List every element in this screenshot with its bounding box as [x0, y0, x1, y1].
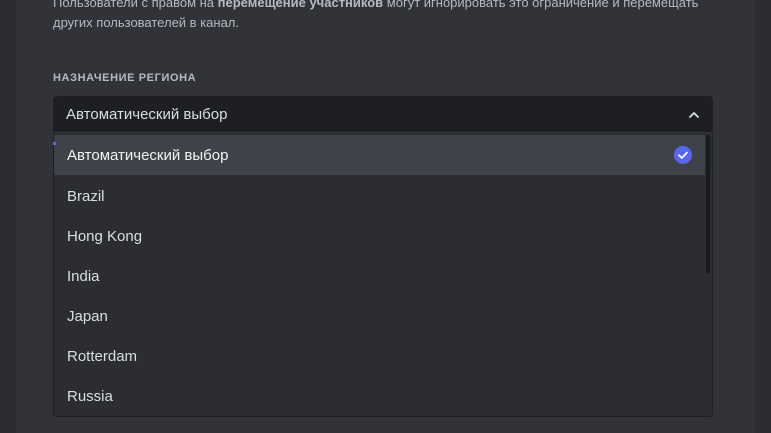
region-option-label: Russia [67, 387, 113, 405]
chevron-up-icon[interactable] [687, 108, 701, 122]
region-option-label: Rotterdam [67, 347, 138, 365]
region-select-value: Автоматический выбор [66, 105, 228, 123]
help-text-part1: Пользователи с правом на [53, 0, 218, 10]
region-select[interactable]: Автоматический выбор [53, 96, 713, 132]
focus-accent-marker [53, 142, 56, 145]
check-circle-icon [674, 146, 692, 164]
help-text-bold: перемещение участников [217, 0, 384, 10]
region-option-japan[interactable]: Japan [54, 296, 705, 336]
right-panel-edge [755, 0, 771, 433]
move-members-help-text: Пользователи с правом на перемещение уча… [53, 0, 733, 33]
region-option-brazil[interactable]: Brazil [54, 176, 705, 216]
region-option-label: Japan [67, 307, 108, 325]
region-option-russia[interactable]: Russia [54, 376, 705, 416]
region-option-india[interactable]: India [54, 256, 705, 296]
left-panel-edge [0, 0, 16, 433]
region-option-label: Автоматический выбор [67, 146, 229, 164]
region-option-rotterdam[interactable]: Rotterdam [54, 336, 705, 376]
region-dropdown-list: Автоматический выбор Brazil Hong Kong In… [53, 133, 713, 417]
region-override-title: Назначение региона [53, 72, 197, 84]
region-option-label: India [67, 267, 100, 285]
region-option-hong-kong[interactable]: Hong Kong [54, 216, 705, 256]
region-option-auto[interactable]: Автоматический выбор [54, 135, 705, 175]
dropdown-scrollbar-thumb[interactable] [706, 135, 710, 273]
region-option-label: Hong Kong [67, 227, 143, 245]
region-option-label: Brazil [67, 187, 105, 205]
